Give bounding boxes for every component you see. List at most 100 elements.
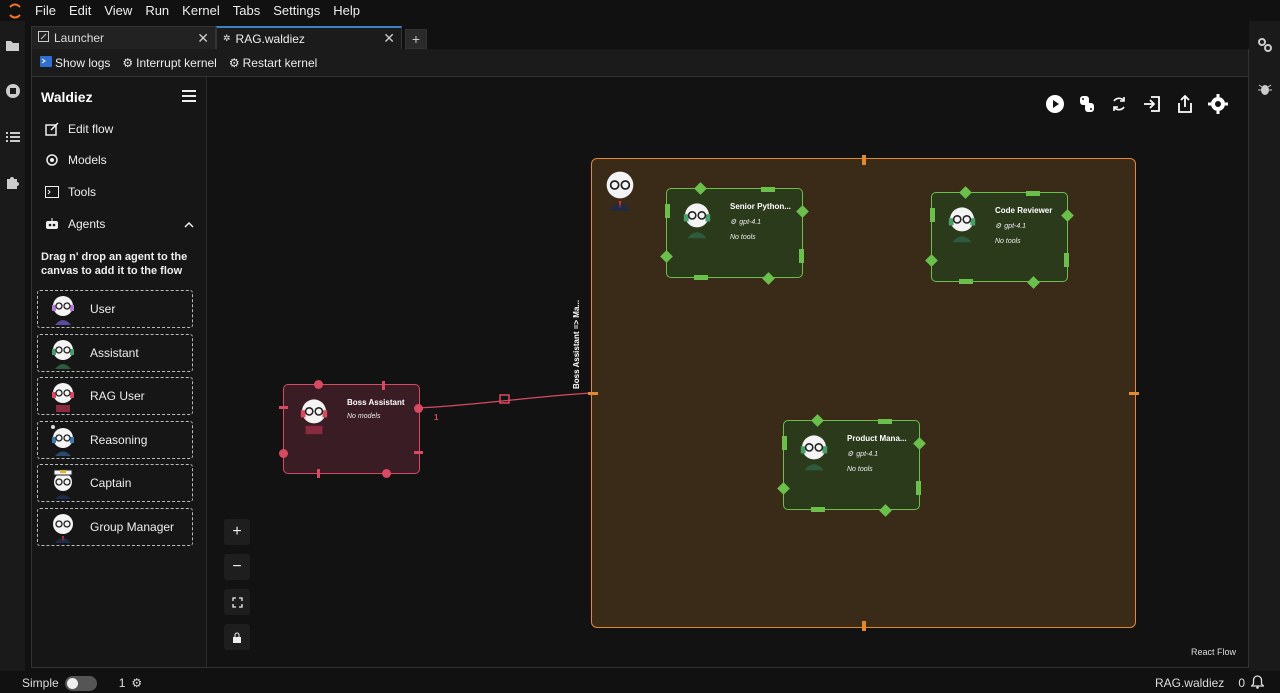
node-handle[interactable] (279, 449, 288, 458)
show-logs-label: Show logs (55, 55, 111, 70)
node-handle[interactable] (761, 187, 775, 192)
node-handle[interactable] (878, 419, 892, 424)
interrupt-kernel-button[interactable]: ⚙ Interrupt kernel (122, 56, 216, 70)
menu-tabs[interactable]: Tabs (228, 3, 268, 18)
edge-order-label: 1 (434, 413, 439, 422)
extension-icon[interactable] (4, 174, 21, 191)
agent-node-model: ⚙ gpt-4.1 (995, 222, 1027, 231)
agent-card-captain[interactable]: Captain (37, 464, 193, 502)
debugger-icon[interactable] (1256, 80, 1273, 97)
agent-node-model: ⚙ gpt-4.1 (730, 218, 761, 227)
interrupt-kernel-label: Interrupt kernel (136, 55, 217, 70)
kernel-icon[interactable]: ⚙ (131, 676, 142, 690)
agent-card-reasoning[interactable]: Reasoning (37, 421, 193, 459)
agent-node-product-manager[interactable]: Product Mana... ⚙ gpt-4.1 No tools (777, 414, 926, 517)
node-handle[interactable] (930, 208, 935, 222)
agent-card-label: User (90, 302, 116, 316)
status-filename: RAG.waldiez (1154, 676, 1225, 690)
agent-card-rag-user[interactable]: RAG User (37, 377, 193, 415)
show-logs-button[interactable]: Show logs (40, 55, 111, 70)
agent-card-assistant[interactable]: Assistant (37, 334, 193, 372)
agent-node-boss-assistant[interactable]: Boss Assistant No models (279, 380, 423, 478)
agent-node-title: Code Reviewer (995, 206, 1053, 215)
node-handle[interactable] (414, 404, 423, 413)
agent-node-models: No models (347, 413, 381, 420)
sidebar-item-label: Edit flow (68, 122, 114, 136)
flow-canvas[interactable]: + − 1 Boss Assistant => Ma... Boss Assis… (208, 77, 1248, 667)
agent-node-senior-python[interactable]: Senior Python... ⚙ gpt-4.1 No tools (660, 182, 809, 285)
node-handle[interactable] (1064, 253, 1069, 267)
node-handle[interactable] (799, 249, 804, 263)
running-icon[interactable] (4, 82, 21, 99)
node-handle[interactable] (1026, 191, 1040, 196)
agent-node-tools: No tools (730, 234, 756, 241)
node-handle[interactable] (382, 469, 391, 478)
agent-card-label: Reasoning (90, 433, 148, 447)
simple-mode-toggle[interactable] (64, 675, 97, 691)
chevron-up-icon[interactable] (184, 217, 194, 231)
assistant-avatar-icon (948, 207, 976, 243)
agent-card-label: RAG User (90, 389, 145, 403)
menu-view[interactable]: View (99, 3, 140, 18)
react-flow-attribution[interactable]: React Flow (1191, 647, 1236, 657)
right-activity-bar (1249, 21, 1280, 671)
node-handle[interactable] (694, 275, 708, 280)
folder-icon[interactable] (4, 37, 21, 54)
robot-icon (44, 216, 60, 232)
sidebar-item-agents[interactable]: Agents (44, 216, 194, 232)
edit-icon (44, 121, 60, 137)
group-handle-left[interactable] (588, 392, 598, 395)
agent-node-tools: No tools (995, 238, 1021, 245)
node-handle[interactable] (959, 279, 973, 284)
node-handle[interactable] (414, 451, 423, 454)
model-label: gpt-4.1 (1004, 222, 1027, 230)
agent-node-model: ⚙ gpt-4.1 (847, 450, 878, 459)
agent-card-group-manager[interactable]: Group Manager (37, 508, 193, 546)
notification-count: 0 (1238, 676, 1245, 690)
toc-icon[interactable] (4, 128, 21, 145)
sidebar-item-label: Models (68, 153, 107, 167)
close-icon[interactable]: ✕ (383, 30, 395, 47)
restart-kernel-button[interactable]: ⚙ Restart kernel (229, 56, 317, 70)
menu-kernel[interactable]: Kernel (177, 3, 228, 18)
terminal-icon (44, 184, 60, 200)
node-handle[interactable] (782, 436, 787, 450)
agent-card-user[interactable]: User (37, 290, 193, 328)
menu-file[interactable]: File (30, 3, 64, 18)
node-handle[interactable] (916, 481, 921, 495)
node-handle[interactable] (382, 381, 385, 390)
group-handle-top[interactable] (862, 155, 866, 165)
group-handle-right[interactable] (1129, 392, 1139, 395)
edge-label-icon[interactable] (499, 394, 510, 404)
sidebar-item-tools[interactable]: Tools (44, 184, 96, 200)
group-handle-bottom[interactable] (862, 621, 866, 631)
assistant-avatar-icon (683, 203, 711, 239)
node-handle[interactable] (279, 406, 288, 409)
hamburger-menu-icon[interactable] (182, 89, 196, 102)
kernel-count: 1 (118, 676, 126, 690)
agent-card-label: Captain (90, 476, 132, 490)
node-handle[interactable] (665, 204, 670, 218)
captain-avatar-icon (53, 469, 73, 499)
menu-help[interactable]: Help (328, 3, 368, 18)
menu-run[interactable]: Run (140, 3, 177, 18)
bell-icon[interactable] (1249, 674, 1266, 692)
sidebar-item-edit-flow[interactable]: Edit flow (44, 121, 113, 137)
node-handle[interactable] (811, 507, 825, 512)
new-tab-button[interactable]: + (405, 29, 427, 49)
close-icon[interactable]: ✕ (197, 30, 209, 47)
sidebar-item-models[interactable]: Models (44, 152, 107, 168)
node-handle[interactable] (314, 380, 323, 389)
launcher-icon (38, 31, 49, 45)
sidebar-item-label: Agents (68, 217, 106, 231)
tab-launcher[interactable]: Launcher ✕ (31, 26, 216, 49)
menu-settings[interactable]: Settings (268, 3, 328, 18)
user-avatar-icon (52, 296, 74, 325)
menu-edit[interactable]: Edit (64, 3, 99, 18)
agent-node-code-reviewer[interactable]: Code Reviewer ⚙ gpt-4.1 No tools (925, 186, 1074, 289)
node-handle[interactable] (317, 469, 320, 478)
tab-rag-waldiez[interactable]: ✲ RAG.waldiez ✕ (216, 26, 402, 49)
tab-bar: Launcher ✕ ✲ RAG.waldiez ✕ + (31, 26, 1249, 49)
property-inspector-icon[interactable] (1256, 36, 1273, 53)
rag-user-avatar-icon (52, 383, 74, 412)
